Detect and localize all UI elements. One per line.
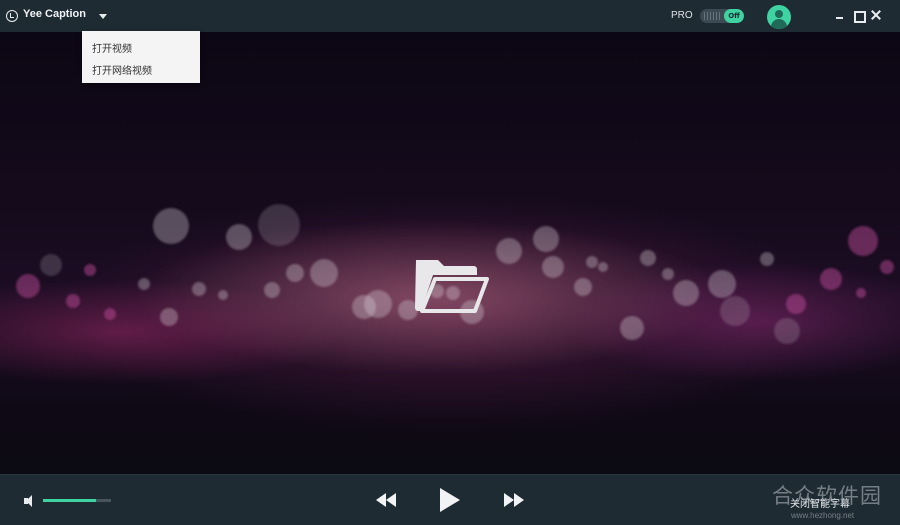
clock-check-icon [6, 10, 18, 22]
bokeh-light [598, 262, 608, 272]
caret-down-icon[interactable] [96, 9, 110, 23]
bokeh-light [574, 278, 592, 296]
bokeh-light [496, 238, 522, 264]
play-icon[interactable] [438, 488, 460, 512]
bokeh-light [662, 268, 674, 280]
bokeh-light [856, 288, 866, 298]
bokeh-light [192, 282, 206, 296]
bokeh-light [364, 290, 392, 318]
user-avatar-icon[interactable] [767, 5, 791, 29]
bokeh-light [104, 308, 116, 320]
volume-level [43, 499, 97, 502]
menu-item-open-video[interactable]: 打开视频 [92, 40, 132, 55]
file-menu: 打开视频 打开网络视频 [82, 31, 200, 83]
bokeh-light [533, 226, 559, 252]
volume-slider[interactable] [43, 499, 111, 502]
bokeh-light [820, 268, 842, 290]
pro-toggle[interactable]: Off [700, 9, 744, 23]
pro-label: PRO [671, 10, 693, 21]
bokeh-light [586, 256, 598, 268]
bokeh-light [673, 280, 699, 306]
minimize-icon[interactable] [834, 9, 846, 21]
menu-item-open-network-video[interactable]: 打开网络视频 [92, 62, 152, 77]
bokeh-light [848, 226, 878, 256]
volume-icon[interactable] [24, 495, 38, 507]
bokeh-light [880, 260, 894, 274]
bokeh-light [542, 256, 564, 278]
open-folder-icon[interactable] [412, 256, 490, 316]
bokeh-light [310, 259, 338, 287]
app-title: Yee Caption [23, 8, 86, 20]
bokeh-light [708, 270, 736, 298]
toggle-track [704, 12, 722, 20]
bokeh-light [264, 282, 280, 298]
maximize-icon[interactable] [852, 9, 866, 23]
bokeh-light [286, 264, 304, 282]
rewind-icon[interactable] [376, 493, 396, 507]
bokeh-light [640, 250, 656, 266]
bokeh-light [774, 318, 800, 344]
bokeh-light [760, 252, 774, 266]
bokeh-light [66, 294, 80, 308]
bokeh-light [786, 294, 806, 314]
bokeh-light [258, 204, 300, 246]
smart-subtitle-toggle[interactable]: 关闭智能字幕 [790, 495, 850, 510]
bokeh-light [16, 274, 40, 298]
close-icon[interactable] [870, 9, 882, 21]
pro-toggle-knob: Off [724, 9, 744, 23]
bokeh-light [720, 296, 750, 326]
bokeh-light [153, 208, 189, 244]
bokeh-light [620, 316, 644, 340]
fast-forward-icon[interactable] [504, 493, 524, 507]
video-area[interactable] [0, 32, 900, 474]
bokeh-light [40, 254, 62, 276]
bokeh-light [160, 308, 178, 326]
title-bar: Yee Caption PRO Off [0, 0, 900, 32]
bokeh-light [138, 278, 150, 290]
bokeh-light [84, 264, 96, 276]
bokeh-light [218, 290, 228, 300]
bokeh-light [226, 224, 252, 250]
